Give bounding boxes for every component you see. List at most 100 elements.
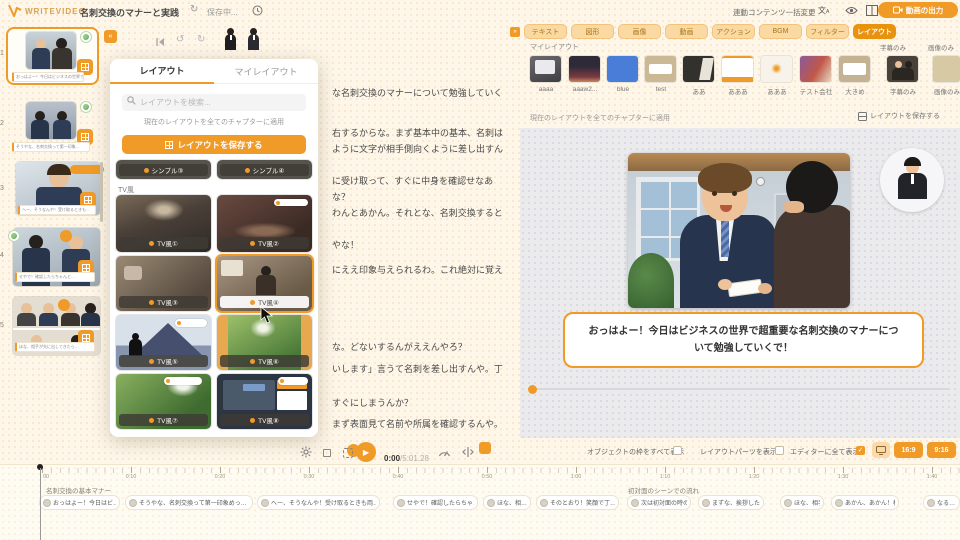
playback-speed-icon[interactable] bbox=[438, 447, 451, 457]
tab-shapes[interactable]: 図形 bbox=[571, 24, 614, 39]
ratio-9-16-button[interactable]: 9:16 bbox=[927, 442, 956, 458]
save-layout-link[interactable]: レイアウトを保存する bbox=[858, 111, 940, 121]
tab-bgm[interactable]: BGM bbox=[759, 24, 802, 39]
dot-icon bbox=[276, 201, 280, 205]
popup-tab-my-layouts[interactable]: マイレイアウト bbox=[214, 59, 318, 84]
layout-thumb-aaaa[interactable] bbox=[530, 56, 561, 82]
timeline-tool-button[interactable] bbox=[479, 442, 491, 454]
segment-avatar bbox=[487, 499, 495, 507]
timeline-ruler[interactable] bbox=[42, 468, 960, 473]
layout-thumb-test[interactable] bbox=[645, 56, 676, 82]
loop-region-icon[interactable] bbox=[343, 448, 353, 458]
layout-thumb-large[interactable] bbox=[839, 56, 870, 82]
play-button[interactable]: ▶ bbox=[356, 442, 376, 462]
popup-save-layout-button[interactable]: レイアウトを保存する bbox=[122, 135, 306, 154]
redo-icon[interactable]: ↻ bbox=[197, 34, 205, 45]
character-a[interactable] bbox=[224, 28, 237, 50]
layout-card-tv-1[interactable]: TV風① bbox=[116, 195, 211, 252]
skip-start-icon[interactable] bbox=[155, 37, 165, 47]
timeline-segment[interactable]: ほな、相手… bbox=[780, 495, 824, 510]
shape bbox=[712, 191, 717, 196]
layout-card-simple-4[interactable]: シンプル④ bbox=[217, 160, 312, 179]
export-video-label: 動画の出力 bbox=[906, 5, 944, 16]
progress-handle[interactable] bbox=[528, 385, 537, 394]
popup-apply-all-link[interactable]: 現在のレイアウトを全てのチャプターに適用 bbox=[110, 117, 318, 127]
shape bbox=[698, 163, 752, 193]
timeline-segment[interactable]: そうやな、名刺交換って第一印象めっ… bbox=[125, 495, 253, 510]
dot-icon bbox=[280, 379, 284, 383]
show-object-frames-checkbox[interactable] bbox=[673, 446, 682, 455]
subtitle-box[interactable]: おっはよー！今日はビジネスの世界で超重要な名刺交換のマナーについて勉強していくで… bbox=[563, 312, 924, 368]
character-b[interactable] bbox=[247, 28, 260, 50]
scene-thumbnail[interactable] bbox=[26, 32, 76, 69]
segment-text: へー、そうなんや！受け取るときも両… bbox=[271, 498, 376, 507]
sync-icon[interactable]: ↻ bbox=[190, 4, 198, 15]
tab-video[interactable]: 動画 bbox=[665, 24, 708, 39]
collapse-right-panel-button[interactable]: » bbox=[510, 27, 520, 37]
layout-card-tv-3[interactable]: TV風③ bbox=[116, 256, 211, 311]
timeline-segment[interactable]: 次は初対面の時の… bbox=[627, 495, 691, 510]
timeline-segment[interactable]: まずな、挨拶した後… bbox=[698, 495, 764, 510]
save-layout-label: レイアウトを保存する bbox=[870, 111, 940, 121]
layout-thumb-aaa-1[interactable] bbox=[722, 56, 753, 82]
timeline-segment[interactable]: せやで！確認したらちゃ… bbox=[393, 495, 478, 510]
monitor-view-button[interactable] bbox=[872, 442, 890, 458]
popup-tab-layouts[interactable]: レイアウト bbox=[110, 59, 214, 84]
timeline-segment[interactable]: なる… bbox=[923, 495, 960, 510]
show-object-frames-label: オブジェクトの枠をすべて表示 bbox=[587, 447, 684, 457]
timeline-segment[interactable]: ほな、相… bbox=[483, 495, 531, 510]
layout-columns-icon[interactable] bbox=[866, 5, 878, 16]
layout-card-simple-3[interactable]: シンプル③ bbox=[116, 160, 211, 179]
stop-button[interactable] bbox=[323, 449, 331, 457]
tab-text[interactable]: テキスト bbox=[524, 24, 567, 39]
timeline-segment[interactable]: あかん、あかん！相手の名… bbox=[831, 495, 899, 510]
saving-status: 保存中... bbox=[207, 7, 238, 18]
history-icon[interactable] bbox=[252, 5, 263, 16]
dot-icon bbox=[245, 168, 250, 173]
layout-thumb-aa[interactable] bbox=[683, 56, 714, 82]
layout-thumb-subtitle-only[interactable] bbox=[887, 56, 918, 82]
undo-icon[interactable]: ↺ bbox=[176, 34, 184, 45]
layout-card-tv-7[interactable]: TV風⑦ bbox=[116, 374, 211, 429]
settings-gear-icon[interactable] bbox=[300, 446, 312, 458]
timeline-segment[interactable]: そのとおり！笑顔で丁… bbox=[536, 495, 619, 510]
layout-card-tv-2[interactable]: TV風② bbox=[217, 195, 312, 252]
fit-timeline-icon[interactable] bbox=[462, 447, 474, 457]
shape bbox=[53, 120, 71, 139]
segment-avatar bbox=[835, 499, 843, 507]
layout-thumb-aaaw2[interactable] bbox=[569, 56, 600, 82]
timeline-segment[interactable]: へー、そうなんや！受け取るときも両… bbox=[257, 495, 380, 510]
layout-card-tv-4-selected[interactable]: TV風④ bbox=[217, 256, 312, 311]
timeline-segment[interactable]: おっはよー！今日はビ… bbox=[39, 495, 120, 510]
ratio-16-9-button[interactable]: 16:9 bbox=[894, 442, 923, 458]
layout-card-tv-8[interactable]: TV風⑧ bbox=[217, 374, 312, 429]
chapter-label-2[interactable]: 初対面のシーンでの流れ bbox=[628, 485, 699, 495]
show-all-editor-checkbox[interactable]: ✓ bbox=[856, 446, 865, 455]
collapse-panel-button[interactable]: « bbox=[104, 30, 117, 43]
preview-illustration[interactable] bbox=[628, 153, 850, 308]
scene-thumbnail[interactable] bbox=[26, 102, 76, 139]
export-video-button[interactable]: 動画の出力 bbox=[878, 2, 958, 18]
tab-action[interactable]: アクション bbox=[712, 24, 755, 39]
chapter-label-1[interactable]: 名刺交換の基本マナー bbox=[46, 485, 111, 495]
layout-search-input[interactable] bbox=[122, 94, 306, 111]
layout-thumb-test-company[interactable] bbox=[800, 56, 831, 82]
progress-track[interactable] bbox=[537, 388, 950, 390]
apply-all-chapters-link[interactable]: 現在のレイアウトを全てのチャプターに適用 bbox=[530, 113, 670, 123]
translate-icon[interactable]: 文A bbox=[818, 5, 829, 16]
bulk-edit-label[interactable]: 連動コンテンツ一括変更 bbox=[733, 7, 816, 18]
tab-layout[interactable]: レイアウト bbox=[853, 24, 896, 39]
eye-icon[interactable] bbox=[845, 6, 858, 15]
layout-thumb-image-only[interactable] bbox=[933, 56, 960, 82]
playhead-line[interactable] bbox=[40, 468, 41, 540]
tab-images[interactable]: 画像 bbox=[618, 24, 661, 39]
show-layout-parts-checkbox[interactable] bbox=[775, 446, 784, 455]
layout-card-tv-5[interactable]: TV風⑤ bbox=[116, 315, 211, 370]
scene-list-scrollbar[interactable] bbox=[100, 162, 103, 222]
layout-thumb-blue[interactable] bbox=[607, 56, 638, 82]
document-title: 名刺交換のマナーと実践 bbox=[80, 6, 179, 19]
layout-search[interactable] bbox=[122, 92, 306, 109]
narrator-avatar[interactable] bbox=[880, 148, 944, 212]
layout-thumb-aaa-2[interactable] bbox=[761, 56, 792, 82]
tab-filter[interactable]: フィルター bbox=[806, 24, 849, 39]
